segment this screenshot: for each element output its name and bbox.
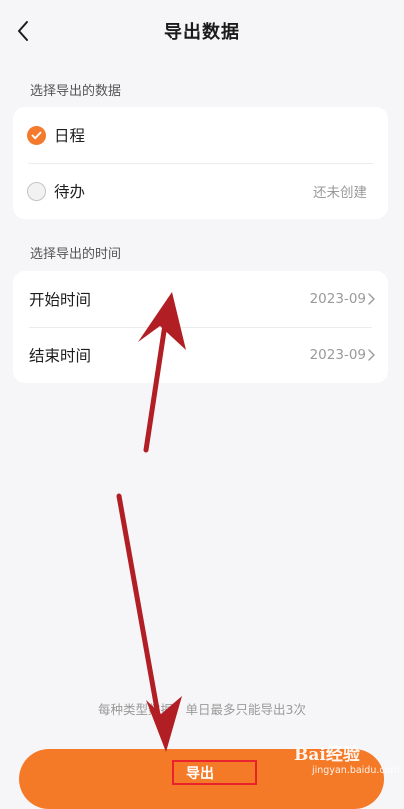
unchecked-radio-icon[interactable] (27, 181, 46, 201)
time-card: 开始时间 2023-09 结束时间 2023-09 (13, 271, 388, 383)
data-option-label: 日程 (54, 127, 86, 145)
data-card: 日程 待办 还未创建 (13, 107, 388, 219)
end-time-value: 2023-09 (309, 347, 366, 363)
end-time-row[interactable]: 结束时间 2023-09 (13, 327, 388, 383)
start-time-row[interactable]: 开始时间 2023-09 (13, 271, 388, 327)
start-time-label: 开始时间 (29, 291, 92, 309)
checked-radio-icon[interactable] (27, 125, 46, 145)
data-option-label: 待办 (54, 183, 86, 201)
time-section-label: 选择导出的时间 (30, 247, 122, 262)
export-button-label: 导出 (172, 760, 257, 785)
header: 导出数据 (0, 0, 404, 62)
chevron-right-icon (368, 349, 375, 361)
chevron-right-icon (368, 293, 375, 305)
data-option-schedule[interactable]: 日程 (13, 107, 388, 163)
data-option-todo[interactable]: 待办 还未创建 (13, 163, 388, 219)
end-time-label: 结束时间 (29, 347, 92, 365)
start-time-value: 2023-09 (309, 291, 366, 307)
annotation-arrow-down (116, 493, 163, 729)
todo-status-note: 还未创建 (313, 185, 367, 201)
data-section-label: 选择导出的数据 (30, 84, 122, 99)
export-limit-note: 每种类型数据，单日最多只能导出3次 (98, 702, 306, 717)
export-button-text: 导出 (186, 765, 214, 782)
page-title: 导出数据 (164, 22, 240, 43)
